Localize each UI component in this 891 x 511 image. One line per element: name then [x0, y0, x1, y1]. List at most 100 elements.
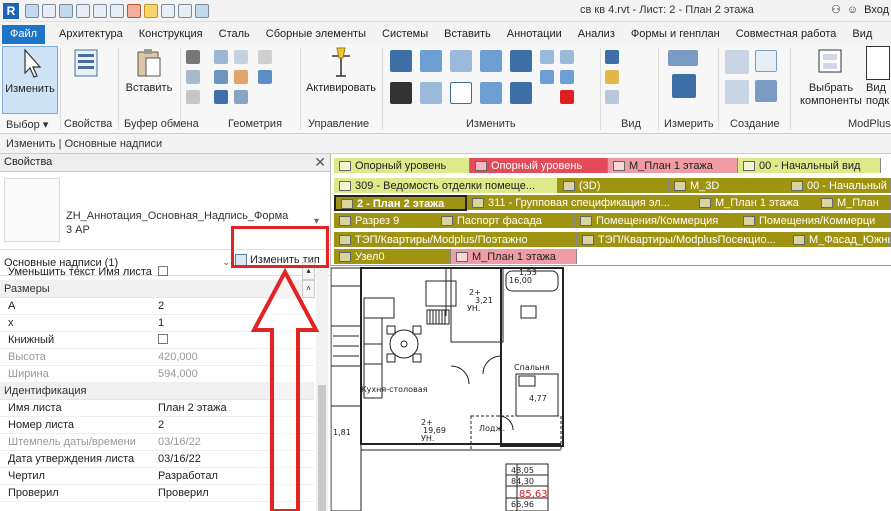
tab-file[interactable]: Файл [2, 25, 46, 44]
create-group-icon[interactable] [755, 50, 777, 72]
text-icon[interactable] [161, 3, 175, 18]
home-icon[interactable] [178, 3, 192, 18]
delete-icon[interactable] [560, 90, 574, 104]
measure-between-icon[interactable] [672, 74, 696, 98]
open-icon[interactable] [25, 3, 39, 18]
property-value[interactable]: 03/16/22 [158, 453, 201, 465]
aligned-dimension-icon[interactable] [668, 50, 698, 66]
view-tab[interactable]: М_Фасад_Южный [788, 232, 891, 247]
view-tab[interactable]: Опорный уровень [470, 158, 608, 173]
cope-icon[interactable] [214, 50, 228, 64]
group-select-label[interactable]: Выбор ▾ [6, 118, 48, 131]
paint-icon[interactable] [214, 90, 228, 104]
mirror-axis-icon[interactable] [450, 50, 472, 72]
tab-annotate[interactable]: Аннотации [499, 25, 570, 44]
view-tab[interactable]: 00 - Начальный вид [738, 158, 881, 173]
property-value[interactable]: План 2 этажа [158, 402, 227, 414]
property-value[interactable]: 2 [158, 419, 164, 431]
unpin-icon[interactable] [560, 50, 574, 64]
property-value[interactable]: 2 [158, 300, 164, 312]
scale-icon[interactable] [540, 70, 554, 84]
drawing-canvas[interactable]: 1,53 16,00 2+ 3,21 УН. Кухня-столовая Сп… [331, 266, 891, 511]
view-tab[interactable]: Опорный уровень [334, 158, 470, 173]
copy-icon[interactable] [186, 70, 200, 84]
create-parts-icon[interactable] [725, 80, 749, 104]
split-gap-icon[interactable] [560, 70, 574, 84]
linework-icon[interactable] [605, 90, 619, 104]
measure-icon[interactable] [127, 3, 141, 18]
view-underlay-button[interactable]: Вид подк [866, 46, 891, 108]
user-icon[interactable]: ☺ [847, 4, 858, 16]
mirror-draw-icon[interactable] [480, 50, 502, 72]
revit-logo-icon[interactable]: R [3, 2, 19, 19]
copy-element-icon[interactable] [420, 82, 442, 104]
wall-joins-icon[interactable] [258, 50, 272, 64]
override-graphics-icon[interactable] [605, 70, 619, 84]
remove-paint-icon[interactable] [258, 70, 272, 84]
tab-structure[interactable]: Конструкция [131, 25, 211, 44]
undo-icon[interactable] [76, 3, 90, 18]
tab-systems[interactable]: Системы [374, 25, 436, 44]
property-value[interactable]: 1 [158, 317, 164, 329]
align-icon[interactable] [390, 50, 412, 72]
split-element-icon[interactable] [510, 50, 532, 72]
move-icon[interactable] [390, 82, 412, 104]
select-components-button[interactable]: Выбрать компоненты [796, 46, 866, 108]
view-tab[interactable]: Помещения/Коммерция [575, 213, 738, 228]
view-tab[interactable]: (3D) [558, 178, 669, 193]
sync-icon[interactable] [59, 3, 73, 18]
create-assembly-icon[interactable] [725, 50, 749, 74]
sign-in-link[interactable]: Вход [864, 4, 889, 16]
pin-icon[interactable] [540, 50, 554, 64]
property-checkbox[interactable] [158, 266, 168, 279]
tab-view[interactable]: Вид [844, 25, 880, 44]
tab-precast[interactable]: Сборные элементы [258, 25, 374, 44]
view-tab[interactable]: М_План 1 этажа [451, 249, 577, 264]
view-tab[interactable]: 309 - Ведомость отделки помеще... [334, 178, 558, 193]
match-properties-icon[interactable] [186, 90, 200, 104]
split-face-icon[interactable] [234, 70, 248, 84]
view-tab[interactable]: 311 - Групповая спецификация эл... [467, 195, 694, 210]
view-tab[interactable]: ТЭП/Квартиры/Modplus/Поэтажно [334, 232, 577, 247]
view-tab[interactable]: 00 - Начальный [786, 178, 891, 193]
array-icon[interactable] [510, 82, 532, 104]
rotate-icon[interactable] [450, 82, 472, 104]
view-tab[interactable]: М_План [816, 195, 891, 210]
save-icon[interactable] [42, 3, 56, 18]
view-tab[interactable]: М_План 1 этажа [694, 195, 816, 210]
view-tab[interactable]: Паспорт фасада [436, 213, 575, 228]
activate-button[interactable]: Активировать [304, 46, 378, 95]
tab-collaborate[interactable]: Совместная работа [728, 25, 845, 44]
tab-architecture[interactable]: Архитектура [51, 25, 131, 44]
type-properties-button[interactable] [64, 46, 108, 82]
property-value[interactable]: Разработал [158, 470, 218, 482]
demolish-icon[interactable] [234, 90, 248, 104]
view-tab[interactable]: М_3D [669, 178, 786, 193]
trim-extend-icon[interactable] [480, 82, 502, 104]
view-tab[interactable]: Помещения/Коммерци [738, 213, 891, 228]
view-tab[interactable]: Узел0 [334, 249, 451, 264]
join-icon[interactable] [214, 70, 228, 84]
tab-steel[interactable]: Сталь [211, 25, 258, 44]
cut-icon[interactable] [186, 50, 200, 64]
view-tab[interactable]: Разрез 9 [334, 213, 436, 228]
redo-icon[interactable] [93, 3, 107, 18]
close-icon[interactable]: ✕ [314, 154, 326, 171]
hide-icon[interactable] [605, 50, 619, 64]
view-tab-active[interactable]: 2 - План 2 этажа [334, 195, 467, 211]
tab-insert[interactable]: Вставить [436, 25, 499, 44]
tab-massing-site[interactable]: Формы и генплан [623, 25, 728, 44]
property-value[interactable]: Проверил [158, 487, 209, 499]
view-tab[interactable]: М_План 1 этажа [608, 158, 738, 173]
view-tab[interactable]: ТЭП/Квартиры/ModplusПосекцио... [577, 232, 788, 247]
modify-button[interactable]: Изменить [2, 46, 58, 114]
switch-windows-icon[interactable] [195, 3, 209, 18]
dimension-icon[interactable] [144, 3, 158, 18]
property-checkbox[interactable] [158, 334, 168, 347]
print-icon[interactable] [110, 3, 124, 18]
paste-button[interactable]: Вставить [124, 46, 174, 95]
create-similar-icon[interactable] [755, 80, 777, 102]
binoculars-icon[interactable]: ⚇ [831, 3, 841, 16]
tab-analyze[interactable]: Анализ [570, 25, 623, 44]
cut-geometry-icon[interactable] [234, 50, 248, 64]
